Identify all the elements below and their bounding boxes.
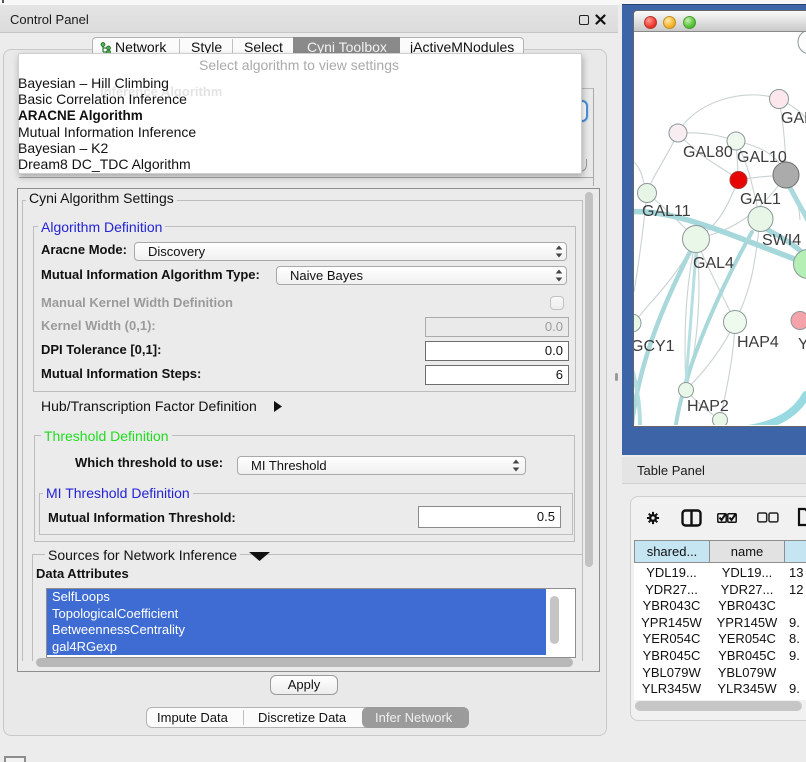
svg-text:Y: Y	[798, 336, 806, 353]
svg-text:GAL11: GAL11	[642, 203, 691, 220]
svg-text:SWI4: SWI4	[762, 232, 801, 249]
svg-text:HAP2: HAP2	[687, 398, 729, 415]
svg-text:GCY1: GCY1	[634, 338, 675, 355]
svg-text:GAL80: GAL80	[683, 144, 733, 161]
svg-text:GAL10: GAL10	[737, 149, 787, 166]
svg-text:GAL4: GAL4	[693, 255, 734, 272]
svg-text:GAL: GAL	[781, 110, 806, 127]
svg-text:HAP4: HAP4	[737, 334, 779, 351]
svg-text:GAL1: GAL1	[740, 191, 781, 208]
